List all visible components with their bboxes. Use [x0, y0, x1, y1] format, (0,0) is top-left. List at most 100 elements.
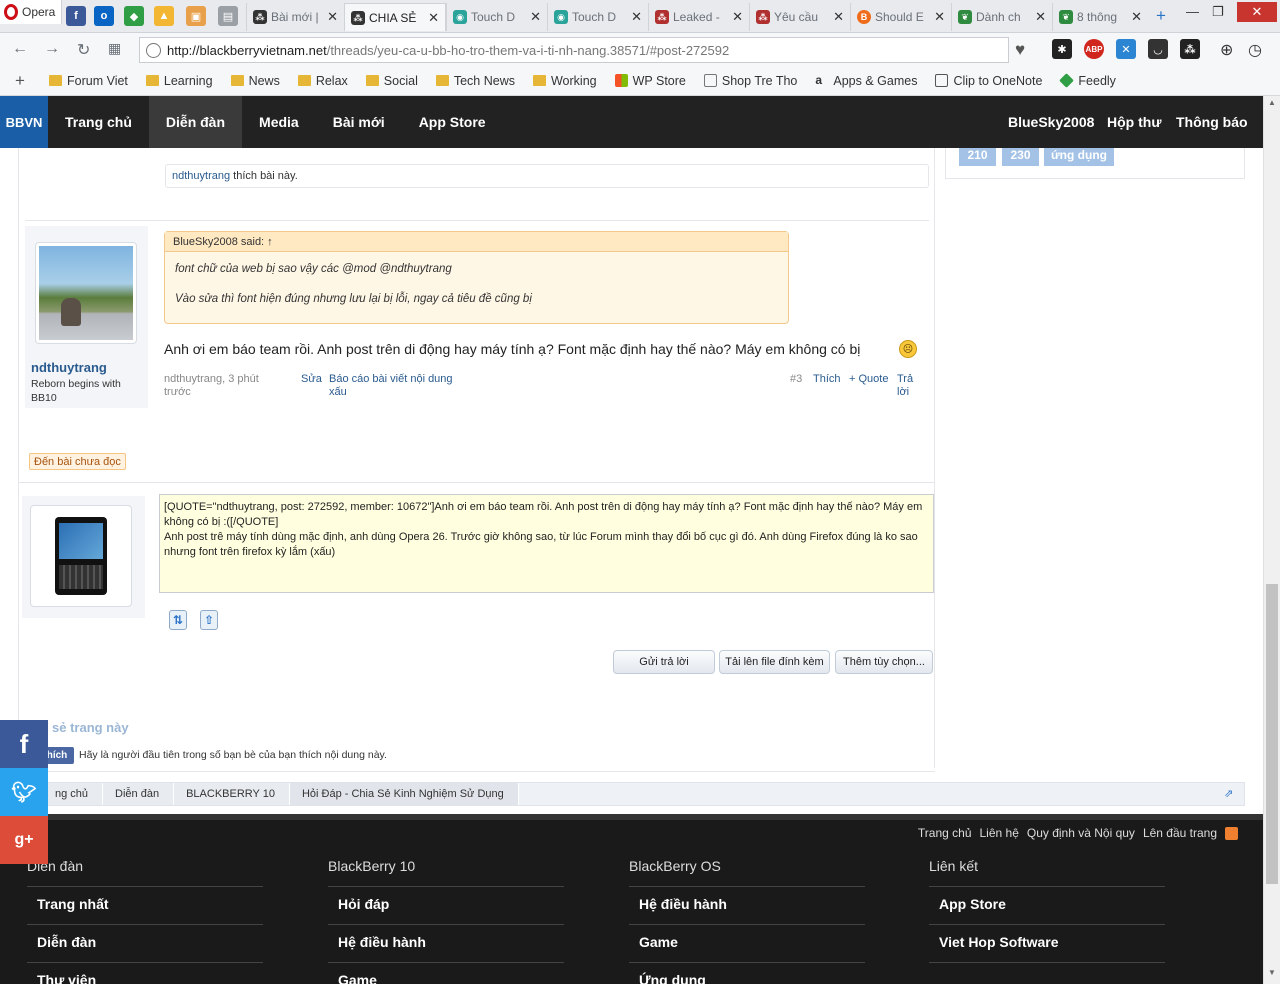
bookmark-folder-social[interactable]: Social — [357, 74, 427, 88]
page-scrollbar[interactable]: ▲ ▼ — [1263, 96, 1280, 984]
close-icon[interactable]: ✕ — [530, 9, 541, 25]
tab-6[interactable]: ⁂ Yêu cầu ✕ — [749, 3, 850, 31]
footer-item[interactable]: Diễn đàn — [27, 925, 263, 963]
bookmark-folder-tech-news[interactable]: Tech News — [427, 74, 524, 88]
close-icon[interactable]: ✕ — [934, 9, 945, 25]
breadcrumb-bb10[interactable]: BLACKBERRY 10 — [174, 783, 290, 805]
close-icon[interactable]: ✕ — [1131, 9, 1142, 25]
liker-link[interactable]: ndthuytrang — [172, 170, 230, 182]
bookmark-shop-tre-tho[interactable]: Shop Tre Tho — [695, 74, 807, 88]
submit-reply-button[interactable]: Gửi trả lời — [613, 650, 715, 674]
window-close-icon[interactable]: ✕ — [1237, 2, 1277, 22]
tab-1[interactable]: ⁂ Bài mới | ✕ — [246, 3, 344, 31]
footer-link-contact[interactable]: Liên hệ — [980, 826, 1019, 840]
history-icon[interactable]: ◷ — [1248, 40, 1262, 60]
footer-item[interactable]: Hệ điều hành — [328, 925, 564, 963]
quote-link[interactable]: + Quote — [849, 373, 888, 386]
sidebar-tile[interactable]: ứng dụng — [1044, 148, 1114, 166]
editor-expand-icon[interactable]: ⇧ — [200, 610, 218, 630]
reply-editor[interactable]: [QUOTE="ndthuytrang, post: 272592, membe… — [159, 494, 934, 593]
sidebar-tile[interactable]: 210 — [959, 148, 996, 166]
heart-icon[interactable]: ♥ — [1015, 40, 1025, 60]
facebook-share-icon[interactable]: f — [0, 720, 48, 768]
tab-5[interactable]: ⁂ Leaked - ✕ — [648, 3, 749, 31]
editor-toggle-icon[interactable]: ⇅ — [169, 610, 187, 630]
close-icon[interactable]: ✕ — [631, 9, 642, 25]
nav-username[interactable]: BlueSky2008 — [1008, 96, 1094, 148]
tab-9[interactable]: ❦ 8 thông ✕ — [1052, 3, 1148, 31]
nav-dien-dan[interactable]: Diễn đàn — [148, 96, 243, 148]
site-logo[interactable]: BBVN — [0, 96, 48, 148]
bookmark-clip-to-onenote[interactable]: Clip to OneNote — [926, 74, 1051, 88]
nav-app-store[interactable]: App Store — [402, 96, 503, 148]
pinned-drive-icon[interactable]: ▲ — [154, 6, 174, 26]
close-icon[interactable]: ✕ — [732, 9, 743, 25]
footer-item[interactable]: Hệ điều hành — [629, 887, 865, 925]
footer-item[interactable]: App Store — [929, 887, 1165, 925]
add-bookmark-plus-icon[interactable]: + — [0, 71, 40, 91]
jump-to-icon[interactable]: ⇗ — [1224, 787, 1236, 800]
tab-8[interactable]: ❦ Dành ch ✕ — [951, 3, 1052, 31]
tab-7[interactable]: B Should E ✕ — [850, 3, 951, 31]
bookmark-wp-store[interactable]: WP Store — [606, 74, 695, 88]
extension-x-icon[interactable]: ✕ — [1116, 39, 1136, 59]
back-arrow-icon[interactable]: ← — [12, 40, 28, 58]
pinned-app-icon[interactable]: ▣ — [186, 6, 206, 26]
tab-2-active[interactable]: ⁂ CHIA SẺ ✕ — [344, 3, 446, 31]
bookmark-folder-forum-viet[interactable]: Forum Viet — [40, 74, 137, 88]
pinned-outlook-icon[interactable]: o — [94, 6, 114, 26]
footer-item[interactable]: Hỏi đáp — [328, 887, 564, 925]
reply-link[interactable]: Trả lời — [897, 373, 921, 399]
tab-4[interactable]: ◉ Touch D ✕ — [547, 3, 648, 31]
google-plus-share-icon[interactable]: g+ — [0, 816, 48, 864]
pinned-feedly-icon[interactable]: ◆ — [124, 6, 144, 26]
nav-trang-chu[interactable]: Trang chủ — [48, 96, 149, 148]
post-author-time[interactable]: ndthuytrang, 3 phút trước — [164, 373, 274, 399]
sidebar-tile[interactable]: 230 — [1002, 148, 1039, 166]
pinned-facebook-icon[interactable]: f — [66, 6, 86, 26]
url-input[interactable]: http://blackberryvietnam.net/threads/yeu… — [139, 37, 1009, 63]
maximize-icon[interactable]: ❐ — [1212, 4, 1224, 20]
bookmark-folder-working[interactable]: Working — [524, 74, 606, 88]
post-number[interactable]: #3 — [790, 373, 802, 386]
adblock-icon[interactable]: ABP — [1084, 39, 1104, 59]
pinned-doc-icon[interactable]: ▤ — [218, 6, 238, 26]
upload-attachment-button[interactable]: Tải lên file đính kèm — [719, 650, 830, 674]
footer-item[interactable]: Game — [328, 963, 564, 984]
breadcrumb-forum[interactable]: Diễn đàn — [103, 783, 175, 805]
footer-item[interactable]: Thư viện — [27, 963, 263, 984]
footer-link-rules[interactable]: Quy định và Nội quy — [1027, 826, 1135, 840]
like-link[interactable]: Thích — [813, 373, 841, 386]
edit-link[interactable]: Sửa — [301, 373, 322, 386]
pocket-icon[interactable]: ◡ — [1148, 39, 1168, 59]
footer-item[interactable]: Viet Hop Software — [929, 925, 1165, 963]
download-icon[interactable]: ⊕ — [1220, 40, 1233, 60]
footer-link-top[interactable]: Lên đầu trang — [1143, 826, 1217, 840]
breadcrumb-current[interactable]: Hỏi Đáp - Chia Sẻ Kinh Nghiệm Sử Dụng — [289, 783, 519, 805]
poster-name[interactable]: ndthuytrang — [31, 360, 107, 375]
scroll-up-arrow-icon[interactable]: ▲ — [1268, 98, 1276, 107]
tab-3[interactable]: ◉ Touch D ✕ — [446, 3, 547, 31]
extension-gear-icon[interactable]: ✱ — [1052, 39, 1072, 59]
close-icon[interactable]: ✕ — [428, 10, 439, 26]
new-tab-plus-icon[interactable]: + — [1156, 6, 1166, 26]
footer-item[interactable]: Trang nhất — [27, 887, 263, 925]
bookmark-folder-learning[interactable]: Learning — [137, 74, 222, 88]
minimize-icon[interactable]: — — [1186, 4, 1199, 19]
scroll-thumb[interactable] — [1266, 584, 1278, 884]
footer-item[interactable]: Game — [629, 925, 865, 963]
reload-icon[interactable]: ↻ — [77, 40, 90, 60]
bookmark-apps-games[interactable]: a Apps & Games — [806, 74, 926, 88]
speed-dial-grid-icon[interactable]: ▦ — [108, 40, 121, 57]
nav-media[interactable]: Media — [242, 96, 316, 148]
close-icon[interactable]: ✕ — [833, 9, 844, 25]
footer-item[interactable]: Ứng dụng — [629, 963, 865, 984]
close-icon[interactable]: ✕ — [327, 9, 338, 25]
more-options-button[interactable]: Thêm tùy chọn... — [835, 650, 933, 674]
nav-bai-moi[interactable]: Bài mới — [316, 96, 402, 148]
quote-author[interactable]: BlueSky2008 said: ↑ — [165, 232, 788, 252]
report-link[interactable]: Báo cáo bài viết nội dung xấu — [329, 373, 469, 399]
forward-arrow-icon[interactable]: → — [44, 40, 60, 58]
bookmark-folder-relax[interactable]: Relax — [289, 74, 357, 88]
bb-extension-icon[interactable]: ⁂ — [1180, 39, 1200, 59]
